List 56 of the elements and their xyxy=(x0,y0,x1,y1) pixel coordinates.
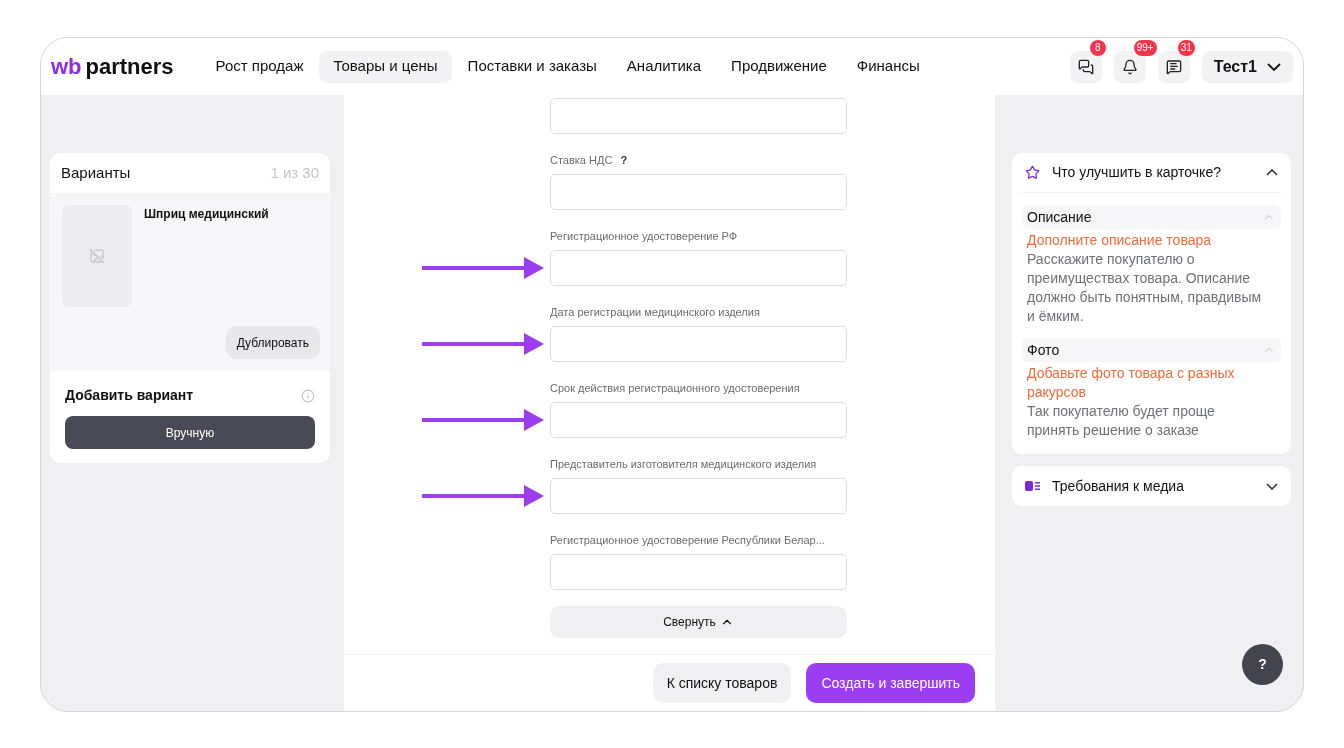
variant-item[interactable]: Шприц медицинский Дублировать xyxy=(50,193,330,371)
manual-button[interactable]: Вручную xyxy=(65,416,315,449)
add-variant-title: Добавить вариант xyxy=(65,386,194,405)
nav-tab[interactable]: Рост продаж xyxy=(201,50,318,83)
bell-icon xyxy=(1121,58,1138,75)
header-icon-button[interactable] xyxy=(1157,50,1190,83)
section-title: Описание xyxy=(1027,207,1092,227)
input-field[interactable] xyxy=(550,250,847,286)
count-badge: 8 xyxy=(1089,39,1106,56)
count-badge: 31 xyxy=(1177,39,1195,56)
count-badge: 99+ xyxy=(1133,39,1157,56)
input-field[interactable] xyxy=(550,478,847,514)
nav-tab[interactable]: Аналитика xyxy=(612,50,716,83)
input-field[interactable] xyxy=(550,174,847,210)
star-icon xyxy=(1025,165,1040,180)
chat-icon xyxy=(1077,58,1094,75)
tip-text: Расскажите покупателю о преимуществах товара. Описание должно быть понятным, правдивым и ёмким. xyxy=(1026,250,1263,326)
field-label: Срок действия регистрационного удостоверения xyxy=(550,380,800,396)
create-and-finish-button[interactable]: Создать и завершить xyxy=(806,663,975,703)
logo-text: partners xyxy=(85,53,174,81)
section-header[interactable]: Описание xyxy=(1022,205,1281,229)
no-image-icon xyxy=(89,248,105,264)
header-icon-button[interactable] xyxy=(1113,50,1146,83)
info-icon xyxy=(301,388,315,403)
field-label: Представитель изготовителя медицинского изделия xyxy=(550,456,817,472)
header-icon-button[interactable] xyxy=(1069,50,1102,83)
nav-tab[interactable]: Товары и цены xyxy=(319,50,452,83)
field-label: Дата регистрации медицинского изделия xyxy=(550,304,760,320)
input-field[interactable] xyxy=(550,98,847,134)
input-field[interactable] xyxy=(550,554,847,590)
variants-count: 1 из 30 xyxy=(270,162,319,183)
variant-name: Шприц медицинский xyxy=(144,206,270,223)
help-chat-icon xyxy=(1165,58,1182,75)
section-header[interactable]: Фото xyxy=(1022,338,1281,362)
chevron-down-icon xyxy=(1267,62,1281,71)
media-requirements-header[interactable]: Требования к медиа xyxy=(1012,466,1291,506)
nav-tab[interactable]: Поставки и заказы xyxy=(453,50,611,83)
field-label: Регистрационное удостоверение РФ xyxy=(550,228,738,244)
help-button[interactable]: ? xyxy=(1242,644,1283,685)
input-field[interactable] xyxy=(550,326,847,362)
duplicate-button[interactable]: Дублировать xyxy=(225,326,320,359)
section-title: Фото xyxy=(1027,340,1060,360)
logo-mark: wb xyxy=(51,53,82,81)
help-mark[interactable]: ? xyxy=(620,151,628,169)
media-list-icon xyxy=(1025,481,1040,491)
tips-header[interactable]: Что улучшить в карточке? xyxy=(1022,153,1281,193)
input-field[interactable] xyxy=(550,402,847,438)
field-label: Регистрационное удостоверение Республики Белар... xyxy=(550,532,825,548)
nav-tab[interactable]: Финансы xyxy=(842,50,934,83)
nav-tab[interactable]: Продвижение xyxy=(717,50,841,83)
collapse-button[interactable]: Свернуть xyxy=(550,606,847,638)
back-to-list-button[interactable]: К списку товаров xyxy=(652,663,792,703)
tip-text: Так покупателю будет проще принять решение о заказе xyxy=(1026,402,1216,440)
variants-title: Варианты xyxy=(61,162,131,183)
user-menu[interactable]: Тест1 xyxy=(1201,50,1293,83)
field-label: Ставка НДС xyxy=(550,152,613,168)
